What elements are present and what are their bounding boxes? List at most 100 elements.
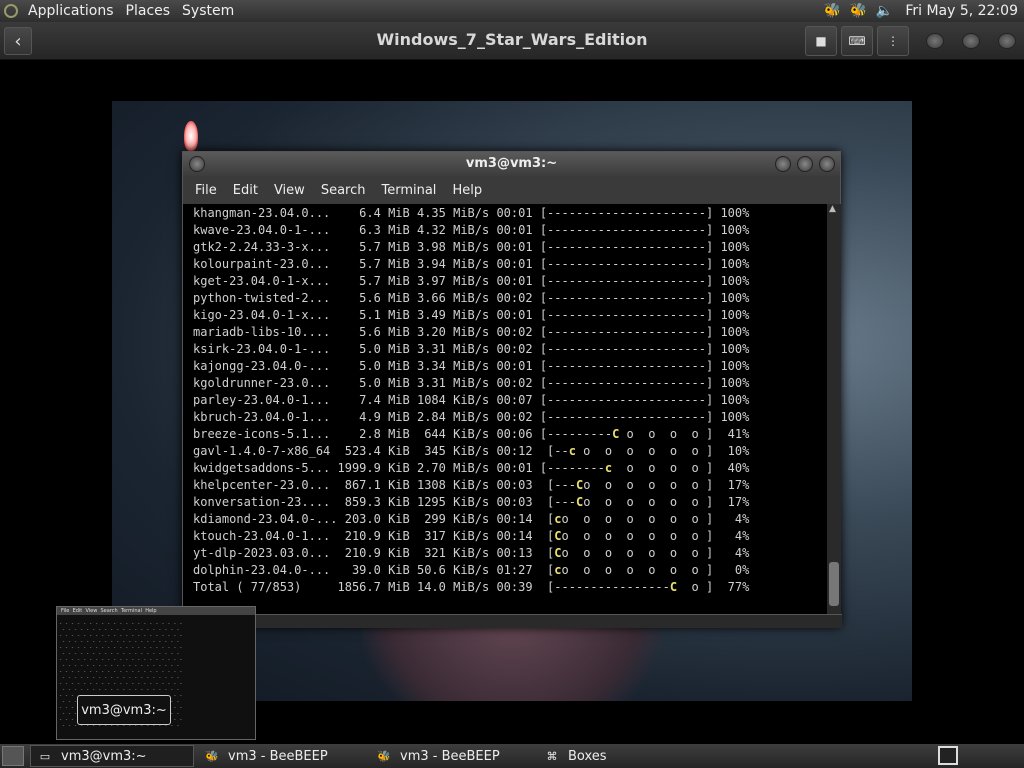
package-name: parley-23.04.0-1...: [193, 393, 338, 407]
package-name: kajongg-23.04.0-...: [193, 359, 338, 373]
package-size: 5.6 MiB: [337, 325, 410, 339]
package-size: 867.1 KiB: [337, 478, 410, 492]
menu-edit[interactable]: Edit: [225, 183, 266, 198]
package-speed: 2.84 MiB/s: [409, 410, 490, 424]
package-name: breeze-icons-5.1...: [193, 427, 338, 441]
package-eta: 00:06: [489, 427, 533, 441]
package-name: kget-23.04.0-1-x...: [193, 274, 338, 288]
progress-percent: 100%: [713, 240, 750, 254]
progress-bar: [--------c o o o o ]: [532, 461, 714, 475]
package-speed: 321 KiB/s: [409, 546, 490, 560]
package-size: 6.3 MiB: [337, 223, 410, 237]
package-size: 5.0 MiB: [337, 342, 410, 356]
menu-search[interactable]: Search: [313, 183, 374, 198]
progress-percent: 77%: [713, 580, 750, 594]
progress-percent: 10%: [713, 444, 750, 458]
package-name: dolphin-23.04.0-...: [193, 563, 338, 577]
progress-percent: 40%: [713, 461, 750, 475]
progress-percent: 100%: [713, 308, 750, 322]
package-size: 5.7 MiB: [337, 274, 410, 288]
progress-bar: [----------------------]: [532, 376, 714, 390]
package-speed: 1308 KiB/s: [409, 478, 490, 492]
terminal-row: khelpcenter-23.0... 867.1 KiB 1308 KiB/s…: [193, 477, 827, 494]
terminal-output[interactable]: khangman-23.04.0... 6.4 MiB 4.35 MiB/s 0…: [183, 204, 827, 614]
terminal-row: kigo-23.04.0-1-x... 5.1 MiB 3.49 MiB/s 0…: [193, 307, 827, 324]
package-eta: 00:02: [489, 410, 533, 424]
terminal-bottom-edge: [183, 614, 842, 628]
package-eta: 00:01: [489, 223, 533, 237]
beebeep-tray-icon[interactable]: 🐝: [821, 1, 843, 21]
progress-bar: [----------------------]: [532, 359, 714, 373]
menu-help[interactable]: Help: [444, 183, 490, 198]
minimize-window-button[interactable]: [926, 33, 944, 49]
task-terminal[interactable]: ▭ vm3@vm3:~: [30, 745, 194, 767]
terminal-row: kolourpaint-23.0... 5.7 MiB 3.94 MiB/s 0…: [193, 256, 827, 273]
task-label: Boxes: [568, 748, 607, 764]
progress-percent: 17%: [713, 495, 750, 509]
package-eta: 00:02: [489, 342, 533, 356]
terminal-minimize-button[interactable]: [775, 156, 791, 172]
close-window-button[interactable]: [998, 33, 1016, 49]
package-eta: 00:03: [489, 478, 533, 492]
package-name: python-twisted-2...: [193, 291, 338, 305]
terminal-row: ktouch-23.04.0-1... 210.9 KiB 317 KiB/s …: [193, 528, 827, 545]
maximize-window-button[interactable]: [962, 33, 980, 49]
beebeep-tray-icon-2[interactable]: 🐝: [847, 1, 869, 21]
clock[interactable]: Fri May 5, 22:09: [897, 3, 1024, 19]
keyboard-icon: ⌨: [848, 34, 866, 48]
progress-bar: [---------C o o o o ]: [532, 427, 714, 441]
distro-logo-icon[interactable]: [0, 0, 22, 22]
keyboard-button[interactable]: ⌨: [841, 26, 873, 56]
show-desktop-button[interactable]: [2, 746, 24, 766]
package-eta: 00:14: [489, 512, 533, 526]
package-eta: 00:01: [489, 308, 533, 322]
package-size: 5.0 MiB: [337, 376, 410, 390]
progress-bar: [----------------C o ]: [532, 580, 714, 594]
task-beebeep-1[interactable]: 🐝 vm3 - BeeBEEP: [198, 745, 366, 767]
scrollbar-thumb[interactable]: [829, 562, 839, 606]
menu-terminal[interactable]: Terminal: [373, 183, 444, 198]
workspace-switcher[interactable]: [938, 746, 958, 765]
terminal-row: ksirk-23.04.0-1-... 5.0 MiB 3.31 MiB/s 0…: [193, 341, 827, 358]
terminal-close-button[interactable]: [819, 156, 835, 172]
package-eta: 00:01: [489, 359, 533, 373]
package-name: Total ( 77/853): [193, 580, 338, 594]
menu-applications[interactable]: Applications: [22, 3, 120, 19]
menu-file[interactable]: File: [187, 183, 225, 198]
terminal-row: Total ( 77/853) 1856.7 MiB 14.0 MiB/s 00…: [193, 579, 827, 596]
package-eta: 00:02: [489, 325, 533, 339]
package-name: khangman-23.04.0...: [193, 206, 338, 220]
menu-button[interactable]: ⋮: [877, 26, 909, 56]
stop-icon: ■: [815, 34, 827, 48]
terminal-scrollbar[interactable]: ▲: [827, 204, 841, 614]
terminal-row: kgoldrunner-23.0... 5.0 MiB 3.31 MiB/s 0…: [193, 375, 827, 392]
boxes-icon: ⌘: [546, 749, 558, 763]
package-speed: 644 KiB/s: [409, 427, 490, 441]
package-size: 7.4 MiB: [337, 393, 410, 407]
terminal-maximize-button[interactable]: [797, 156, 813, 172]
window-menu-button[interactable]: [189, 156, 205, 172]
progress-bar: [--c o o o o o o ]: [532, 444, 714, 458]
package-name: gavl-1.4.0-7-x86_64: [193, 444, 338, 458]
progress-percent: 100%: [713, 291, 750, 305]
task-beebeep-2[interactable]: 🐝 vm3 - BeeBEEP: [370, 745, 534, 767]
volume-icon[interactable]: 🔈: [873, 1, 895, 21]
package-eta: 00:02: [489, 291, 533, 305]
package-size: 4.9 MiB: [337, 410, 410, 424]
terminal-row: kget-23.04.0-1-x... 5.7 MiB 3.97 MiB/s 0…: [193, 273, 827, 290]
task-boxes[interactable]: ⌘ Boxes: [538, 745, 688, 767]
progress-percent: 17%: [713, 478, 750, 492]
scroll-up-arrow-icon[interactable]: ▲: [829, 204, 836, 214]
terminal-row: yt-dlp-2023.03.0... 210.9 KiB 321 KiB/s …: [193, 545, 827, 562]
menu-places[interactable]: Places: [120, 3, 177, 19]
progress-bar: [---Co o o o o o ]: [532, 478, 714, 492]
menu-system[interactable]: System: [176, 3, 240, 19]
terminal-titlebar[interactable]: vm3@vm3:~: [183, 152, 840, 176]
terminal-window: vm3@vm3:~ File Edit View Search Terminal…: [182, 151, 842, 628]
beebeep-icon: 🐝: [377, 749, 391, 763]
package-size: 1999.9 KiB: [337, 461, 410, 475]
package-eta: 00:07: [489, 393, 533, 407]
menu-view[interactable]: View: [266, 183, 313, 198]
stop-button[interactable]: ■: [805, 26, 837, 56]
package-size: 523.4 KiB: [337, 444, 410, 458]
